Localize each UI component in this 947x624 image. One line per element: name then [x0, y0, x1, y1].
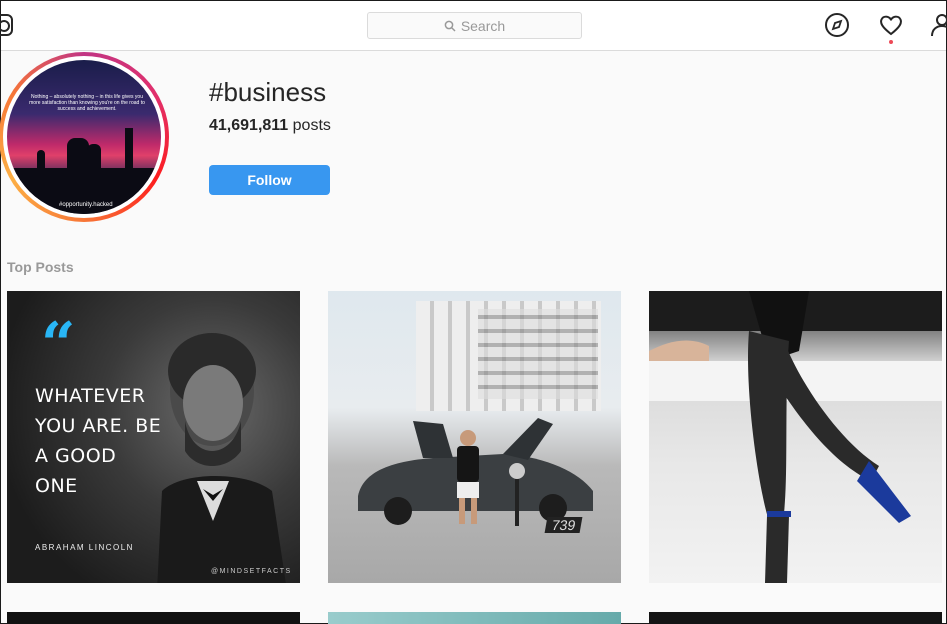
post-thumbnail[interactable]	[649, 291, 942, 583]
car-image	[358, 418, 593, 526]
notification-dot	[889, 40, 893, 44]
post-quote-author: ABRAHAM LINCOLN	[35, 543, 134, 552]
search-icon	[444, 20, 456, 32]
post-thumbnail[interactable]	[7, 612, 300, 624]
search-input[interactable]: Search	[367, 12, 582, 39]
heart-icon[interactable]	[878, 12, 904, 38]
avatar-quote-text: Nothing – absolutely nothing – in this l…	[29, 94, 145, 112]
instagram-logo-icon[interactable]	[0, 14, 13, 36]
ground-number: 739	[544, 517, 583, 533]
follow-button[interactable]: Follow	[209, 165, 330, 195]
post-thumbnail[interactable]: 739	[328, 291, 621, 583]
post-count-value: 41,691,811	[209, 117, 289, 134]
silhouette-person-raised-arms	[125, 128, 133, 172]
person-icon[interactable]	[929, 12, 947, 38]
avatar-image: Nothing – absolutely nothing – in this l…	[7, 60, 161, 214]
post-thumbnail[interactable]	[328, 612, 621, 624]
legs-heels-image	[649, 291, 942, 583]
post-quote-text: WHATEVER YOU ARE. BE A GOOD ONE	[35, 385, 162, 497]
quote-mark: “	[41, 310, 76, 380]
page-title: #business	[209, 77, 327, 107]
top-navigation-bar: Search	[0, 1, 947, 51]
portrait-image	[157, 333, 286, 583]
post-count: 41,691,811 posts	[209, 117, 331, 135]
post-thumbnail[interactable]	[649, 612, 942, 624]
post-thumbnail[interactable]: “ WHATEVER YOU ARE. BE A GOOD ONE ABRAHA…	[7, 291, 300, 583]
top-posts-heading: Top Posts	[7, 259, 74, 275]
silhouette-rock	[37, 150, 45, 170]
post-count-label: posts	[288, 117, 331, 134]
compass-icon[interactable]	[824, 12, 850, 38]
post-handle: @MINDSETFACTS	[211, 568, 292, 575]
building-windows	[478, 309, 598, 399]
silhouette-person	[67, 138, 89, 172]
hashtag-avatar: Nothing – absolutely nothing – in this l…	[0, 52, 169, 222]
search-placeholder: Search	[460, 17, 506, 34]
avatar-handle-text: #opportunity.hacked	[59, 202, 113, 208]
